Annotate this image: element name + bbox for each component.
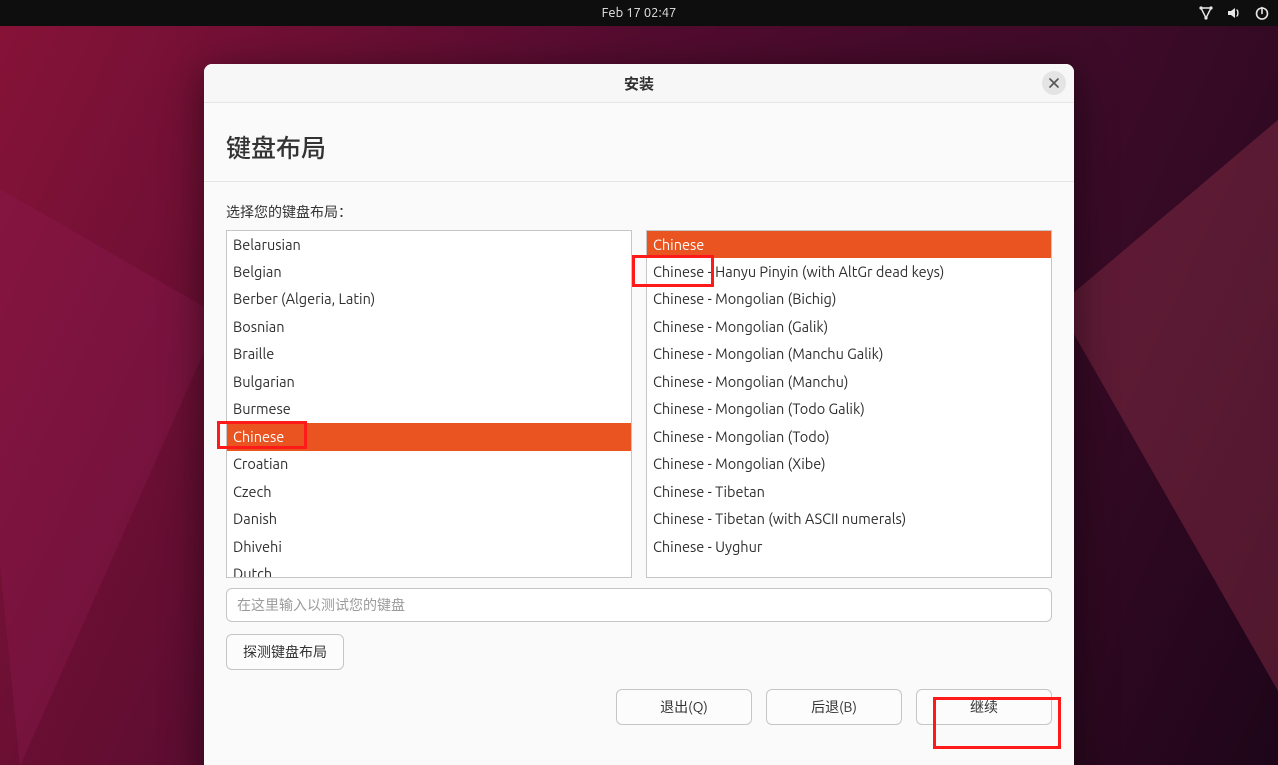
list-item[interactable]: Belgian [227,258,631,285]
list-item[interactable]: Chinese - Tibetan (with ASCII numerals) [647,506,1051,533]
list-item[interactable]: Chinese - Mongolian (Xibe) [647,451,1051,478]
system-top-bar: Feb 17 02:47 [0,0,1278,26]
list-item[interactable]: Berber (Algeria, Latin) [227,286,631,313]
installer-content: 键盘布局 选择您的键盘布局： BelarusianBelgianBerber (… [204,103,1074,765]
test-keyboard-input[interactable] [226,588,1052,622]
list-item[interactable]: Burmese [227,396,631,423]
desktop-wallpaper: 安装 键盘布局 选择您的键盘布局： BelarusianBelgianBerbe… [0,26,1278,765]
volume-icon[interactable] [1226,5,1242,21]
quit-button[interactable]: 退出(Q) [616,689,752,725]
network-icon[interactable] [1198,5,1214,21]
list-item[interactable]: Dhivehi [227,533,631,560]
list-item[interactable]: Dutch [227,561,631,578]
close-button[interactable] [1042,71,1066,95]
window-titlebar: 安装 [204,64,1074,103]
list-item[interactable]: Chinese [227,423,631,450]
back-button[interactable]: 后退(B) [766,689,902,725]
list-item[interactable]: Belarusian [227,231,631,258]
list-item[interactable]: Chinese - Hanyu Pinyin (with AltGr dead … [647,258,1051,285]
list-item[interactable]: Chinese - Mongolian (Todo) [647,423,1051,450]
continue-button[interactable]: 继续 [916,689,1052,725]
list-item[interactable]: Chinese - Tibetan [647,478,1051,505]
list-item[interactable]: Bulgarian [227,368,631,395]
system-tray [1198,0,1270,26]
list-item[interactable]: Braille [227,341,631,368]
keyboard-subtitle: 选择您的键盘布局： [204,182,1074,230]
list-item[interactable]: Chinese [647,231,1051,258]
window-title: 安装 [624,73,654,94]
list-item[interactable]: Chinese - Uyghur [647,533,1051,560]
nav-buttons: 退出(Q) 后退(B) 继续 [616,689,1052,725]
list-item[interactable]: Czech [227,478,631,505]
test-keyboard-row [226,588,1052,622]
list-item[interactable]: Bosnian [227,313,631,340]
installer-window: 安装 键盘布局 选择您的键盘布局： BelarusianBelgianBerbe… [204,64,1074,765]
list-item[interactable]: Chinese - Mongolian (Galik) [647,313,1051,340]
page-heading: 键盘布局 [204,103,1074,182]
list-item[interactable]: Chinese - Mongolian (Manchu Galik) [647,341,1051,368]
detect-layout-button[interactable]: 探测键盘布局 [226,634,344,670]
power-icon[interactable] [1254,5,1270,21]
list-item[interactable]: Chinese - Mongolian (Todo Galik) [647,396,1051,423]
list-item[interactable]: Chinese - Mongolian (Bichig) [647,286,1051,313]
close-icon [1049,76,1059,90]
list-item[interactable]: Danish [227,506,631,533]
clock-label: Feb 17 02:47 [602,6,677,20]
list-item[interactable]: Chinese - Mongolian (Manchu) [647,368,1051,395]
keyboard-layout-lists: BelarusianBelgianBerber (Algeria, Latin)… [204,230,1074,578]
list-item[interactable]: Croatian [227,451,631,478]
variant-listbox[interactable]: ChineseChinese - Hanyu Pinyin (with AltG… [646,230,1052,578]
language-listbox[interactable]: BelarusianBelgianBerber (Algeria, Latin)… [226,230,632,578]
